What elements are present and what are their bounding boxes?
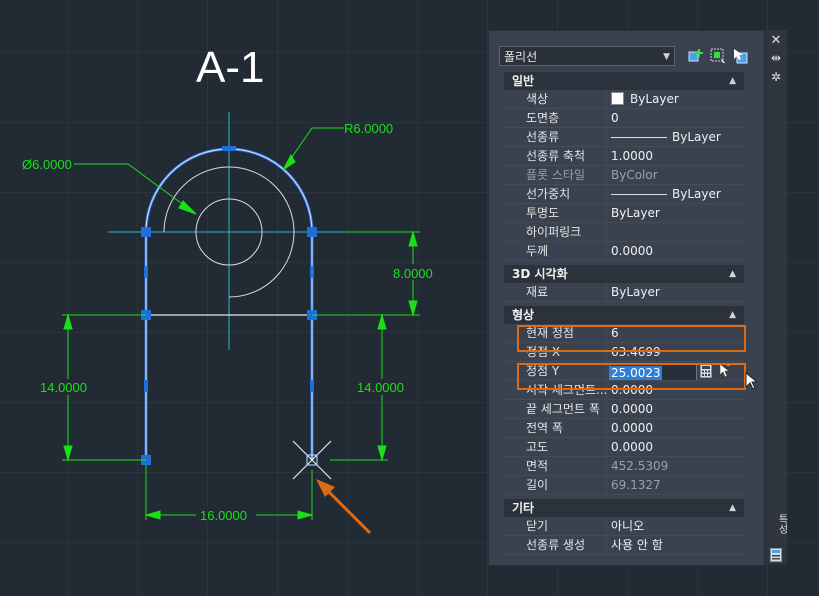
prop-row-hyperlink[interactable]: 하이퍼링크	[504, 223, 744, 242]
prop-name: 선가중치	[504, 185, 607, 204]
category-label: 일반	[512, 74, 535, 88]
prop-value[interactable]: ByLayer	[607, 283, 744, 302]
chevron-down-icon: ▼	[663, 52, 670, 62]
prop-value[interactable]: 0	[607, 109, 744, 128]
properties-palette: 폴리선 ▼ 일반 ▲ 색상 ByLayer 도면층 0 선종류 ByLayer …	[488, 30, 766, 566]
prop-value[interactable]: ByLayer	[607, 204, 744, 223]
prop-row-linetype[interactable]: 선종류 ByLayer	[504, 128, 744, 147]
prop-name: 선종류 생성	[504, 536, 607, 555]
selector-row: 폴리선 ▼	[499, 46, 755, 68]
select-objects-icon[interactable]	[709, 47, 727, 65]
drawing-title: A-1	[196, 43, 264, 92]
toggle-pickadd-icon[interactable]	[731, 47, 749, 65]
prop-name: 길이	[504, 476, 607, 495]
chevron-up-icon[interactable]: ▲	[729, 265, 736, 283]
category-label: 형상	[512, 308, 535, 322]
dim-height-left: 14.0000	[40, 380, 87, 395]
prop-row-layer[interactable]: 도면층 0	[504, 109, 744, 128]
annotation-arrow	[316, 479, 372, 535]
prop-value[interactable]: 0.0000	[607, 438, 744, 457]
settings-icon[interactable]: ✲	[765, 70, 787, 84]
category-general[interactable]: 일반 ▲	[504, 71, 744, 90]
prop-value[interactable]: 0.0000	[607, 400, 744, 419]
prop-name: 하이퍼링크	[504, 223, 607, 242]
palette-side-strip: ✕ ⇹ ✲ 특성	[764, 30, 787, 564]
prop-name: 전역 폭	[504, 419, 607, 438]
prop-name: 플롯 스타일	[504, 166, 607, 185]
category-misc[interactable]: 기타 ▲	[504, 498, 744, 517]
category-geometry[interactable]: 형상 ▲	[504, 305, 744, 324]
dim-diameter: Ø6.0000	[22, 157, 72, 172]
prop-row-elevation[interactable]: 고도 0.0000	[504, 438, 744, 457]
prop-name: 색상	[504, 90, 607, 109]
prop-value: 452.5309	[607, 457, 744, 476]
prop-value[interactable]: 0.0000	[607, 242, 744, 261]
prop-value[interactable]: ByLayer	[607, 128, 744, 147]
prop-name: 선종류 축척	[504, 147, 607, 166]
prop-name: 두께	[504, 242, 607, 261]
chevron-up-icon[interactable]: ▲	[729, 499, 736, 517]
palette-title: 특성	[776, 514, 787, 534]
lineweight-preview	[611, 194, 667, 195]
object-type-dropdown[interactable]: 폴리선 ▼	[499, 46, 675, 66]
prop-row-length[interactable]: 길이 69.1327	[504, 476, 744, 495]
dim-radius: R6.0000	[344, 121, 393, 136]
prop-value[interactable]: ByLayer	[607, 90, 744, 109]
prop-row-linetype-scale[interactable]: 선종류 축척 1.0000	[504, 147, 744, 166]
prop-row-transparency[interactable]: 투명도 ByLayer	[504, 204, 744, 223]
prop-name: 도면층	[504, 109, 607, 128]
chevron-up-icon[interactable]: ▲	[729, 306, 736, 324]
prop-name: 고도	[504, 438, 607, 457]
prop-row-plot-style[interactable]: 플롯 스타일 ByColor	[504, 166, 744, 185]
autohide-icon[interactable]: ⇹	[765, 51, 787, 65]
category-label: 3D 시각화	[512, 267, 568, 281]
prop-name: 끝 세그먼트 폭	[504, 400, 607, 419]
property-grid: 일반 ▲ 색상 ByLayer 도면층 0 선종류 ByLayer 선종류 축척…	[504, 71, 744, 555]
prop-value[interactable]: 사용 안 함	[607, 536, 744, 555]
prop-value[interactable]: 0.0000	[607, 419, 744, 438]
prop-value[interactable]: 1.0000	[607, 147, 744, 166]
dim-width-bottom: 16.0000	[200, 508, 247, 523]
highlight-current-vertex	[517, 325, 746, 352]
category-label: 기타	[512, 501, 535, 515]
prop-row-area[interactable]: 면적 452.5309	[504, 457, 744, 476]
category-3d-visualization[interactable]: 3D 시각화 ▲	[504, 264, 744, 283]
prop-row-linetype-generation[interactable]: 선종류 생성 사용 안 함	[504, 536, 744, 555]
prop-row-material[interactable]: 재료 ByLayer	[504, 283, 744, 302]
prop-value[interactable]	[607, 223, 744, 242]
prop-name: 투명도	[504, 204, 607, 223]
close-icon[interactable]: ✕	[765, 33, 787, 48]
prop-name: 재료	[504, 283, 607, 302]
chevron-up-icon[interactable]: ▲	[729, 72, 736, 90]
mouse-pointer-icon	[745, 372, 759, 390]
quick-select-icon[interactable]	[687, 47, 705, 65]
palette-icon	[770, 548, 782, 562]
dimension-texts: R6.0000 Ø6.0000 8.0000 14.0000 14.0000 1…	[22, 121, 442, 523]
prop-name: 면적	[504, 457, 607, 476]
prop-value[interactable]: ByLayer	[607, 185, 744, 204]
highlight-vertex-y	[517, 363, 746, 390]
prop-row-thickness[interactable]: 두께 0.0000	[504, 242, 744, 261]
prop-row-end-segment-width[interactable]: 끝 세그먼트 폭 0.0000	[504, 400, 744, 419]
prop-row-lineweight[interactable]: 선가중치 ByLayer	[504, 185, 744, 204]
prop-row-global-width[interactable]: 전역 폭 0.0000	[504, 419, 744, 438]
prop-name: 선종류	[504, 128, 607, 147]
prop-value: 69.1327	[607, 476, 744, 495]
prop-value[interactable]: 아니오	[607, 517, 744, 536]
dim-height-8: 8.0000	[393, 266, 433, 281]
prop-row-color[interactable]: 색상 ByLayer	[504, 90, 744, 109]
dim-height-right: 14.0000	[357, 380, 404, 395]
object-type-label: 폴리선	[504, 50, 538, 64]
dimensions	[62, 127, 420, 520]
prop-name: 닫기	[504, 517, 607, 536]
prop-value[interactable]: ByColor	[607, 166, 744, 185]
linetype-preview	[611, 137, 667, 138]
color-swatch	[611, 92, 624, 105]
prop-row-closed[interactable]: 닫기 아니오	[504, 517, 744, 536]
